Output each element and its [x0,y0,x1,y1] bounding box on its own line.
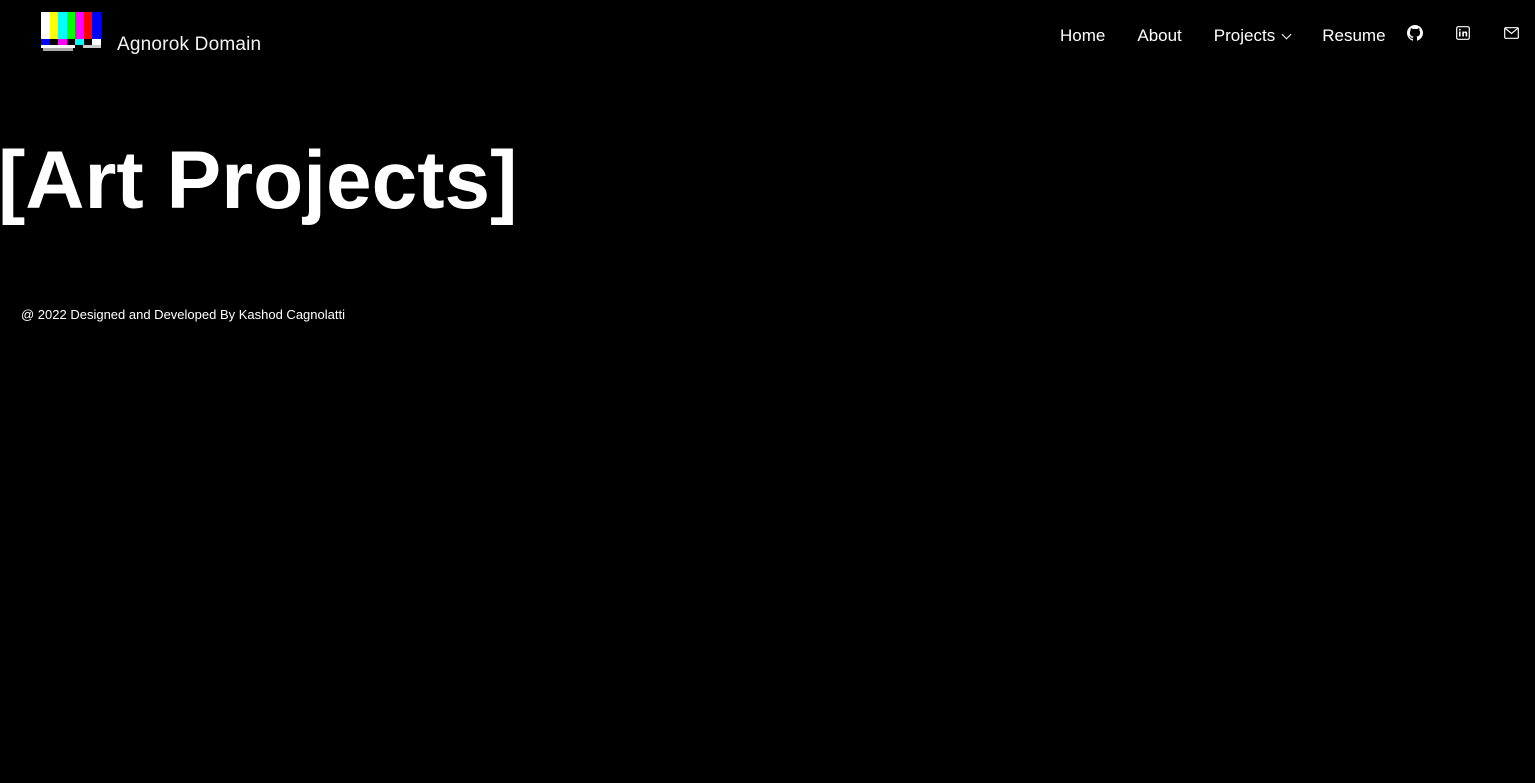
nav-projects-label: Projects [1213,26,1276,45]
footer-credit: @ 2022 Designed and Developed By Kashod … [21,307,345,322]
linkedin-icon [1456,26,1470,40]
github-icon [1407,25,1423,41]
main-nav: Home About Projects Resume [1060,22,1386,50]
brand-link[interactable]: Agnorok Domain [41,12,261,56]
site-header: Agnorok Domain Home About Projects Resum… [0,0,1535,70]
nav-projects-dropdown[interactable]: Projects [1213,26,1292,46]
mail-icon [1503,27,1519,39]
brand-name: Agnorok Domain [117,34,262,55]
page-title: [Art Projects] [0,135,518,226]
page: Agnorok Domain Home About Projects Resum… [0,0,1535,783]
nav-resume[interactable]: Resume [1322,26,1385,46]
nav-home[interactable]: Home [1060,26,1105,46]
email-link[interactable] [1502,24,1520,42]
linkedin-link[interactable] [1454,24,1472,42]
github-link[interactable] [1406,24,1424,42]
nav-about[interactable]: About [1137,26,1181,46]
chevron-down-icon [1281,29,1292,39]
tv-test-pattern-logo-icon [41,12,101,52]
